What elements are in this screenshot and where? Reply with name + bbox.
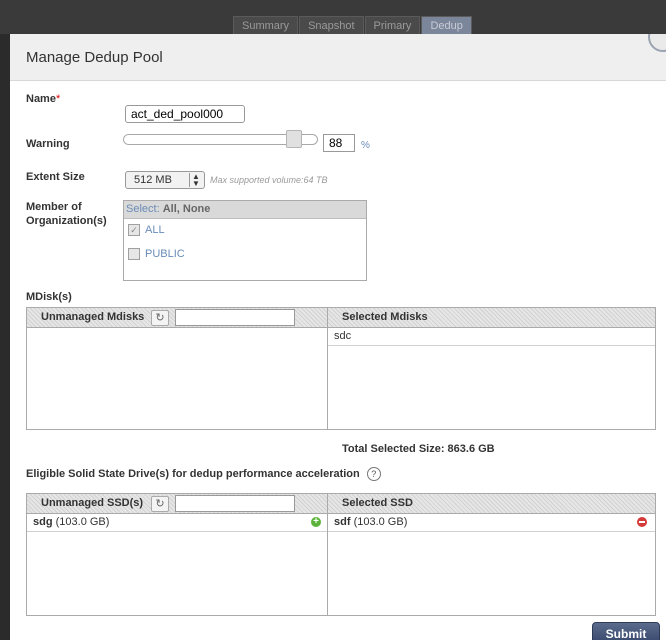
organization-item-all[interactable]: ✓ ALL	[128, 224, 165, 236]
ssd-name: sdf	[334, 516, 351, 528]
organization-label: ALL	[145, 224, 165, 236]
mdisks-label: MDisk(s)	[26, 291, 72, 303]
select-all-link[interactable]: All	[163, 203, 177, 215]
remove-icon[interactable]	[637, 517, 647, 527]
name-label: Name*	[26, 93, 60, 105]
unmanaged-ssd-row[interactable]: sdg (103.0 GB) +	[27, 514, 327, 532]
checkbox-checked[interactable]: ✓	[128, 224, 140, 236]
unmanaged-mdisks-title: Unmanaged Mdisks	[41, 311, 145, 323]
selected-mdisk-row[interactable]: sdc	[328, 328, 655, 346]
ssd-panel: Unmanaged SSD(s) ↻ sdg (103.0 GB) + Sele…	[26, 493, 656, 616]
selected-ssd-row[interactable]: sdf (103.0 GB)	[328, 514, 655, 532]
tabs: Summary Snapshot Primary Dedup	[233, 16, 473, 36]
dialog-header: Manage Dedup Pool	[10, 34, 666, 81]
extent-size-select[interactable]: 512 MB ▲ ▼	[125, 171, 205, 189]
selected-mdisks-title: Selected Mdisks	[342, 311, 428, 323]
checkbox-unchecked[interactable]	[128, 248, 140, 260]
warning-label: Warning	[26, 138, 70, 150]
submit-button[interactable]: Submit	[592, 622, 660, 640]
extent-size-value: 512 MB	[134, 174, 172, 186]
tab-primary[interactable]: Primary	[364, 16, 421, 36]
ssd-size: (103.0 GB)	[353, 516, 408, 528]
select-separator: ,	[176, 203, 180, 215]
unmanaged-mdisks-filter[interactable]	[175, 309, 295, 326]
ssd-size: (103.0 GB)	[55, 516, 110, 528]
warning-slider-handle[interactable]	[286, 130, 302, 148]
member-of-organizations-label: Member of Organization(s)	[26, 200, 107, 228]
warning-unit: %	[361, 140, 370, 151]
unmanaged-ssd-header: Unmanaged SSD(s) ↻	[27, 494, 327, 514]
selected-ssd-title: Selected SSD	[342, 497, 413, 509]
total-selected-size: Total Selected Size: 863.6 GB	[342, 443, 495, 455]
organization-label: PUBLIC	[145, 248, 185, 260]
organizations-select-bar: Select: All, None	[124, 201, 366, 219]
unmanaged-mdisks-header: Unmanaged Mdisks ↻	[27, 308, 327, 328]
refresh-icon[interactable]: ↻	[151, 496, 169, 512]
select-prefix: Select:	[126, 203, 160, 215]
unmanaged-mdisks-column: Unmanaged Mdisks ↻	[27, 308, 328, 429]
name-label-text: Name	[26, 93, 56, 105]
selected-mdisks-column: Selected Mdisks sdc	[328, 308, 655, 429]
member-label-line2: Organization(s)	[26, 215, 107, 227]
warning-input[interactable]	[323, 134, 355, 152]
member-label-line1: Member of	[26, 201, 82, 213]
unmanaged-ssd-column: Unmanaged SSD(s) ↻ sdg (103.0 GB) +	[27, 494, 328, 615]
updown-arrow-icon: ▲ ▼	[189, 173, 202, 188]
ssd-name: sdg	[33, 516, 53, 528]
mdisks-panel: Unmanaged Mdisks ↻ Selected Mdisks sdc	[26, 307, 656, 430]
selected-ssd-column: Selected SSD sdf (103.0 GB)	[328, 494, 655, 615]
close-icon[interactable]	[648, 34, 666, 52]
tab-bar: Summary Snapshot Primary Dedup	[0, 0, 666, 36]
selected-mdisks-header: Selected Mdisks	[328, 308, 655, 328]
extent-size-label: Extent Size	[26, 171, 85, 183]
extent-size-hint: Max supported volume:64 TB	[210, 175, 328, 185]
tab-snapshot[interactable]: Snapshot	[299, 16, 364, 36]
name-input[interactable]	[125, 105, 245, 123]
manage-dedup-pool-dialog: Manage Dedup Pool Name* Warning % Extent…	[10, 34, 666, 640]
ssd-section-label: Eligible Solid State Drive(s) for dedup …	[26, 467, 381, 481]
selected-ssd-header: Selected SSD	[328, 494, 655, 514]
required-marker: *	[55, 93, 61, 105]
unmanaged-ssd-filter[interactable]	[175, 495, 295, 512]
add-icon[interactable]: +	[311, 517, 321, 527]
tab-dedup[interactable]: Dedup	[421, 16, 472, 36]
unmanaged-ssd-title: Unmanaged SSD(s)	[41, 497, 144, 509]
organization-item-public[interactable]: PUBLIC	[128, 248, 185, 260]
tab-summary[interactable]: Summary	[233, 16, 299, 36]
help-icon[interactable]: ?	[366, 467, 381, 481]
ssd-section-text: Eligible Solid State Drive(s) for dedup …	[26, 467, 360, 480]
dialog-title: Manage Dedup Pool	[26, 49, 163, 66]
mdisk-name: sdc	[334, 330, 352, 342]
organizations-list: Select: All, None ✓ ALL PUBLIC	[123, 200, 367, 281]
refresh-icon[interactable]: ↻	[151, 310, 169, 326]
select-none-link[interactable]: None	[183, 203, 211, 215]
